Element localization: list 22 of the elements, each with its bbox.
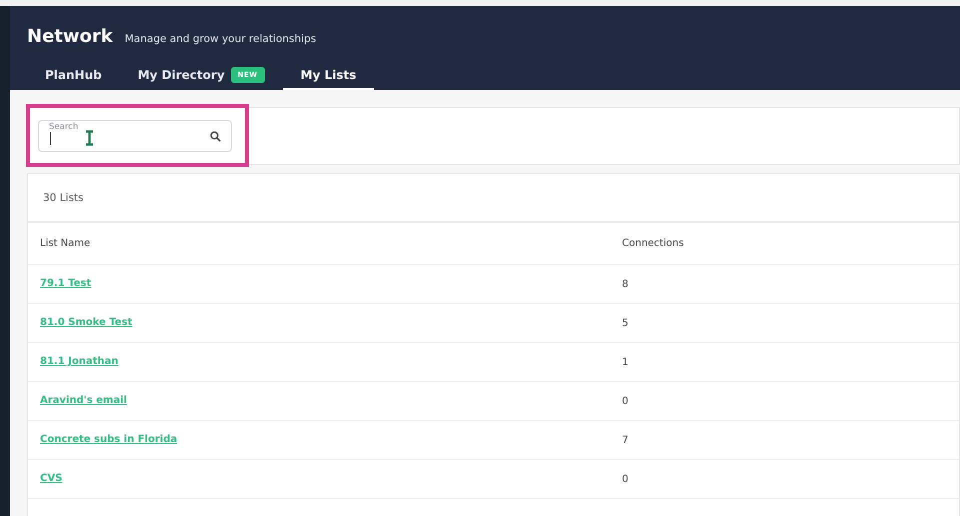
list-name-link[interactable]: 81.1 Jonathan bbox=[40, 355, 118, 369]
search-icon[interactable] bbox=[210, 130, 221, 142]
column-header: List Name bbox=[40, 238, 92, 249]
table-cell-text: 0 bbox=[622, 396, 630, 406]
page-subtitle: Manage and grow your relationships bbox=[124, 33, 316, 45]
tab[interactable]: PlanHub bbox=[27, 67, 120, 90]
list-name-link[interactable]: Concrete subs in Florida bbox=[40, 433, 178, 447]
list-count: 30 Lists bbox=[43, 192, 84, 204]
list-name-link[interactable]: Aravind's email bbox=[40, 394, 127, 408]
list-name-link[interactable]: 79.1 Test bbox=[40, 277, 92, 291]
table-cell-text: 8 bbox=[622, 278, 630, 290]
field-label: Search bbox=[49, 122, 78, 132]
list-name-link[interactable]: 81.0 Smoke Test bbox=[40, 316, 132, 330]
table-cell-text: 0 bbox=[622, 474, 630, 484]
table-cell-text: 1 bbox=[622, 356, 630, 368]
column-header: Connections bbox=[622, 238, 685, 249]
table-cell-text: 5 bbox=[622, 318, 630, 328]
text-cursor-icon bbox=[85, 130, 94, 146]
table-cell-text: 7 bbox=[622, 434, 630, 446]
page-title: Network bbox=[27, 26, 113, 47]
list-name-link[interactable]: CVS bbox=[40, 472, 62, 486]
search-field[interactable]: Search bbox=[38, 120, 232, 152]
